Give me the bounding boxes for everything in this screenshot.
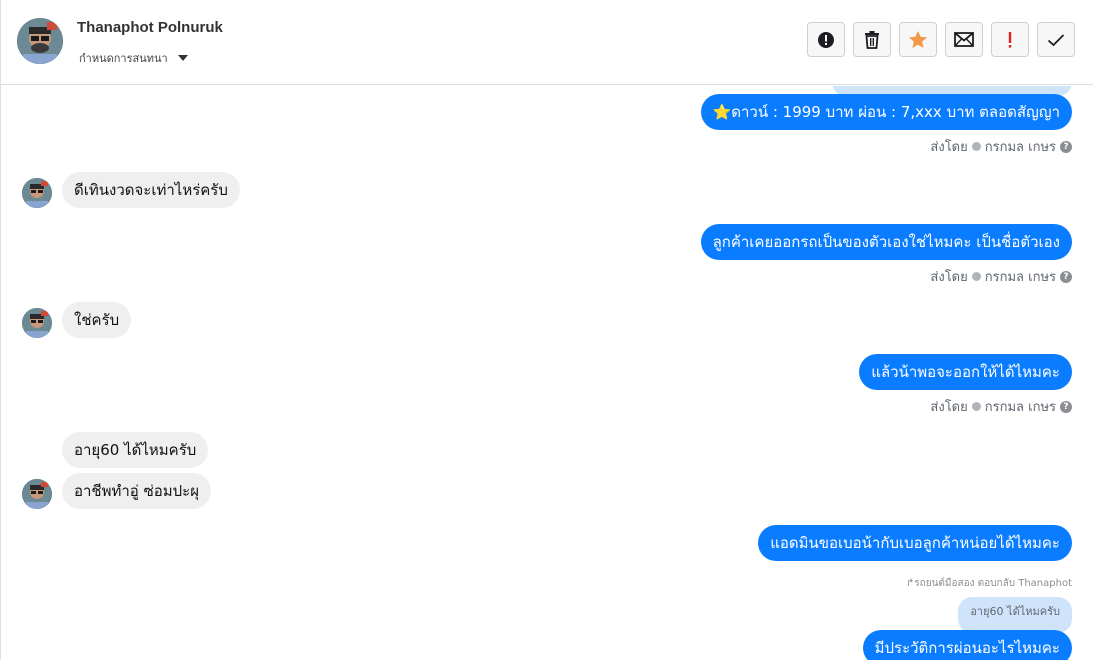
message-incoming[interactable]: อายุ60 ได้ไหมครับ [62, 432, 209, 468]
sent-by-agent: กรกมล เกษร [984, 140, 1056, 155]
mark-unread-button[interactable] [945, 22, 983, 57]
report-button[interactable] [807, 22, 845, 57]
sent-by-info: ส่งโดย กรกมล เกษร ? [930, 396, 1072, 417]
conversation-header: Thanaphot Polnuruk กำหนดการสนทนา [1, 0, 1093, 85]
caret-down-icon [177, 55, 188, 61]
sent-by-agent: กรกมล เกษร [984, 270, 1056, 285]
help-icon[interactable]: ? [1060, 270, 1072, 283]
contact-avatar[interactable] [22, 178, 52, 208]
message-incoming[interactable]: ใช่ครับ [62, 302, 132, 338]
alert-icon [818, 31, 834, 48]
sent-by-info: ส่งโดย กรกมล เกษร ? [930, 266, 1072, 287]
avatar-image [17, 18, 63, 64]
message-incoming[interactable]: ดีเทินงวดจะเท่าไหร่ครับ [62, 172, 240, 208]
help-icon[interactable]: ? [1060, 400, 1072, 413]
contact-avatar[interactable] [22, 308, 52, 338]
agent-status-icon [971, 402, 981, 411]
sent-by-label: ส่งโดย [930, 400, 968, 415]
contact-avatar[interactable] [22, 479, 52, 509]
avatar-image [22, 308, 52, 338]
agent-status-icon [971, 272, 981, 281]
sent-by-label: ส่งโดย [930, 140, 968, 155]
delete-button[interactable] [853, 22, 891, 57]
message-outgoing[interactable]: แล้วน้าพอจะออกให้ได้ไหมคะ [859, 354, 1072, 390]
quoted-message[interactable]: อายุ60 ได้ไหมครับ [958, 597, 1072, 633]
assign-label: กำหนดการสนทนา [79, 52, 168, 65]
message-list[interactable]: ⭐ดาวน์ : 1999 บาท ผ่อน : 7,xxx บาท ตลอดส… [1, 86, 1093, 660]
assign-conversation-dropdown[interactable]: กำหนดการสนทนา [79, 49, 188, 67]
conversation-panel: Thanaphot Polnuruk กำหนดการสนทนา ⭐ดาวน์ … [0, 0, 1093, 660]
message-outgoing[interactable]: ⭐ดาวน์ : 1999 บาท ผ่อน : 7,xxx บาท ตลอดส… [700, 94, 1072, 130]
check-icon [1047, 33, 1065, 46]
avatar-image [22, 178, 52, 208]
trash-icon [865, 30, 879, 49]
star-button[interactable] [899, 22, 937, 57]
star-icon [909, 31, 927, 48]
help-icon[interactable]: ? [1060, 140, 1072, 153]
sent-by-label: ส่งโดย [930, 270, 968, 285]
exclamation-icon [1008, 31, 1012, 48]
avatar-image [22, 479, 52, 509]
toolbar-actions [807, 22, 1075, 57]
mark-done-button[interactable] [1037, 22, 1075, 57]
reply-note: ↱รถยนต์มือสอง ตอบกลับ Thanaphot [905, 578, 1072, 589]
message-outgoing[interactable]: แอดมินขอเบอน้ากับเบอลูกค้าหน่อยได้ไหมคะ [758, 525, 1072, 561]
message-outgoing[interactable]: มีประวัติการผ่อนอะไรไหมคะ [862, 630, 1072, 660]
message-incoming[interactable]: อาชีพทำอู่ ซ่อมปะผุ [62, 473, 212, 509]
sent-by-info: ส่งโดย กรกมล เกษร ? [930, 136, 1072, 157]
agent-status-icon [971, 142, 981, 151]
contact-name[interactable]: Thanaphot Polnuruk [77, 19, 223, 36]
sent-by-agent: กรกมล เกษร [984, 400, 1056, 415]
user-avatar[interactable] [17, 18, 63, 64]
important-button[interactable] [991, 22, 1029, 57]
mail-icon [954, 32, 974, 47]
message-outgoing[interactable]: ลูกค้าเคยออกรถเป็นของตัวเองใช่ไหมคะ เป็น… [700, 224, 1072, 260]
